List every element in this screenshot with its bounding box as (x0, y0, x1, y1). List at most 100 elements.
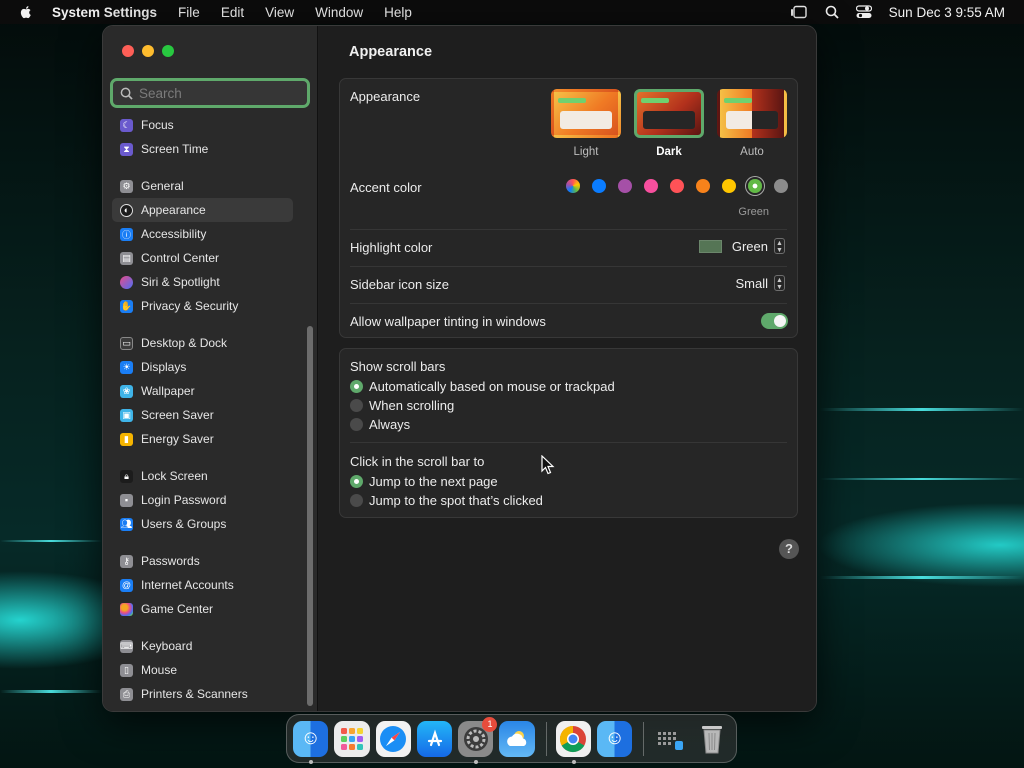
radio-label: Jump to the next page (369, 474, 498, 489)
zoom-button[interactable] (162, 45, 174, 57)
radio-button[interactable] (350, 399, 363, 412)
sidebar-item-keyboard[interactable]: ⌨ Keyboard (112, 634, 293, 658)
sidebar-item-label: Internet Accounts (141, 578, 234, 592)
system-settings-icon[interactable]: 1 (458, 716, 498, 764)
accent-multicolor-swatch[interactable] (566, 179, 580, 193)
search-input[interactable] (139, 85, 289, 101)
sidebar-item-printers-scanners[interactable]: ⎙ Printers & Scanners (112, 682, 293, 706)
sidebar-item-label: Users & Groups (141, 517, 227, 531)
lock-icon: 🔒︎ (120, 469, 133, 483)
sidebar-item-label: Desktop & Dock (141, 336, 228, 350)
radio-button[interactable] (350, 475, 363, 488)
chrome-icon[interactable] (555, 720, 592, 764)
radio-button[interactable] (350, 418, 363, 431)
sidebar-item-screen-saver[interactable]: ▣ Screen Saver (112, 403, 293, 427)
accent-pink-swatch[interactable] (644, 179, 658, 193)
appearance-option-dark[interactable]: Dark (634, 89, 704, 158)
click-option-next-page[interactable]: Jump to the next page (350, 474, 498, 489)
radio-label: Jump to the spot that’s clicked (369, 493, 543, 508)
trash-icon[interactable] (695, 721, 730, 757)
battery-icon: ▮ (120, 432, 133, 446)
finder-2-icon[interactable]: ☺ (597, 720, 633, 757)
menu-bar: System Settings File Edit View Window He… (0, 0, 1024, 24)
accent-orange-swatch[interactable] (696, 179, 710, 193)
grid-icon[interactable] (653, 721, 688, 757)
safari-icon[interactable] (375, 720, 411, 757)
menu-view[interactable]: View (265, 5, 294, 20)
notification-badge: 1 (482, 716, 498, 732)
wallpaper-tinting-toggle[interactable] (761, 313, 788, 329)
gear-icon: ⚙ (120, 179, 133, 193)
minimize-button[interactable] (142, 45, 154, 57)
sidebar-item-appearance[interactable]: ◐ Appearance (112, 198, 293, 222)
menu-window[interactable]: Window (315, 5, 363, 20)
sidebar-item-users-groups[interactable]: 👥︎ Users & Groups (112, 512, 293, 536)
screen-saver-icon: ▣ (120, 408, 133, 422)
sidebar-item-siri-spotlight[interactable]: Siri & Spotlight (112, 270, 293, 294)
sidebar-search[interactable] (110, 78, 310, 108)
click-option-spot-clicked[interactable]: Jump to the spot that’s clicked (350, 493, 543, 508)
printer-icon: ⎙ (120, 687, 133, 701)
accent-red-swatch[interactable] (670, 179, 684, 193)
sidebar-list: ☾ Focus ⧗ Screen Time ⚙ General ◐ Appearance… (112, 113, 293, 706)
sidebar-icon-size-popup[interactable]: Small ▲ ▼ (735, 275, 785, 291)
show-scroll-bars-label: Show scroll bars (350, 359, 446, 374)
sidebar-item-lock-screen[interactable]: 🔒︎ Lock Screen (112, 464, 293, 488)
sidebar-item-control-center[interactable]: ▤ Control Center (112, 246, 293, 270)
sidebar-item-desktop-dock[interactable]: ▭ Desktop & Dock (112, 331, 293, 355)
sidebar-item-privacy-security[interactable]: ✋ Privacy & Security (112, 294, 293, 318)
menu-file[interactable]: File (178, 5, 200, 20)
settings-content: Appearance Appearance Light Dark Auto Ac… (319, 26, 816, 711)
scroll-bars-option-auto[interactable]: Automatically based on mouse or trackpad (350, 379, 615, 394)
scroll-bars-option-always[interactable]: Always (350, 417, 410, 432)
sidebar-item-label: Login Password (141, 493, 227, 507)
close-button[interactable] (122, 45, 134, 57)
sidebar-scrollbar[interactable] (307, 326, 313, 706)
sidebar-item-login-password[interactable]: ▪ Login Password (112, 488, 293, 512)
weather-icon[interactable] (499, 720, 535, 757)
sidebar-item-accessibility[interactable]: ⓘ Accessibility (112, 222, 293, 246)
menu-edit[interactable]: Edit (221, 5, 244, 20)
menu-help[interactable]: Help (384, 5, 412, 20)
radio-button[interactable] (350, 494, 363, 507)
scroll-bars-option-when-scrolling[interactable]: When scrolling (350, 398, 454, 413)
appearance-option-light[interactable]: Light (551, 89, 621, 158)
sidebar-item-general[interactable]: ⚙ General (112, 174, 293, 198)
accent-purple-swatch[interactable] (618, 179, 632, 193)
window-controls (122, 45, 174, 57)
help-button[interactable]: ? (779, 539, 799, 559)
sidebar-item-displays[interactable]: ☀ Displays (112, 355, 293, 379)
sidebar-item-mouse[interactable]: ▯ Mouse (112, 658, 293, 682)
sidebar-item-label: Accessibility (141, 227, 207, 241)
key-icon: ⚷ (120, 554, 133, 568)
accent-graphite-swatch[interactable] (774, 179, 788, 193)
sidebar-item-game-center[interactable]: Game Center (112, 597, 293, 621)
sidebar-item-label: Siri & Spotlight (141, 275, 220, 289)
sidebar-item-internet-accounts[interactable]: @ Internet Accounts (112, 573, 293, 597)
sidebar-item-screen-time[interactable]: ⧗ Screen Time (112, 137, 293, 161)
accent-yellow-swatch[interactable] (722, 179, 736, 193)
menu-clock[interactable]: Sun Dec 3 9:55 AM (889, 5, 1005, 20)
menu-app-name[interactable]: System Settings (52, 5, 157, 20)
appearance-option-auto[interactable]: Auto (717, 89, 787, 158)
highlight-color-popup[interactable]: Green ▲ ▼ (698, 238, 785, 254)
accessibility-icon: ⓘ (120, 227, 133, 241)
stage-manager-icon[interactable] (790, 5, 808, 19)
finder-icon[interactable]: ☺ (293, 720, 329, 764)
sidebar-item-focus[interactable]: ☾ Focus (112, 113, 293, 137)
game-center-icon (120, 602, 133, 616)
sidebar-item-wallpaper[interactable]: ❀ Wallpaper (112, 379, 293, 403)
radio-button[interactable] (350, 380, 363, 393)
accent-blue-swatch[interactable] (592, 179, 606, 193)
radio-label: When scrolling (369, 398, 455, 413)
accent-green-swatch[interactable] (748, 179, 762, 193)
appearance-options: Light Dark Auto (551, 89, 787, 158)
control-center-icon: ▤ (120, 251, 133, 265)
sidebar-item-energy-saver[interactable]: ▮ Energy Saver (112, 427, 293, 451)
spotlight-search-icon[interactable] (825, 5, 839, 19)
app-store-icon[interactable] (416, 720, 453, 757)
apple-icon[interactable] (18, 4, 34, 20)
sidebar-item-passwords[interactable]: ⚷ Passwords (112, 549, 293, 573)
control-center-icon[interactable] (855, 5, 872, 19)
launchpad-icon[interactable] (334, 720, 370, 757)
